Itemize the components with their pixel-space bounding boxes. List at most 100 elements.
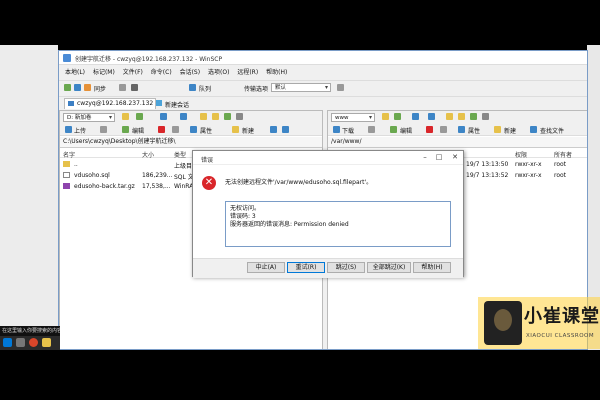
dialog-title: 错误 xyxy=(201,157,214,164)
session-tab[interactable]: cwzyq@192.168.237.132 xyxy=(64,98,156,109)
col-size[interactable]: 大小 xyxy=(142,150,154,159)
properties-icon[interactable] xyxy=(458,126,465,133)
menu-local[interactable]: 本地(L) xyxy=(65,67,85,79)
file-name: vdusoho.sql xyxy=(74,172,110,179)
edit-button[interactable]: 编辑 xyxy=(400,126,412,135)
error-dialog: 错误 – □ ✕ ✕ 无法创建远程文件'/var/www/edusoho.sql… xyxy=(192,150,464,278)
remote-folder-dropdown[interactable]: www xyxy=(331,113,375,122)
file-explorer-icon[interactable] xyxy=(42,338,51,347)
title-bar: 创建宇航迁移 - cwzyq@192.168.237.132 - WinSCP xyxy=(59,51,587,65)
refresh-panel-icon[interactable] xyxy=(482,113,489,120)
new-button[interactable]: 新建 xyxy=(242,126,254,135)
filter-icon[interactable] xyxy=(394,113,401,120)
windows-start-icon[interactable] xyxy=(3,338,12,347)
file-date: 19/7 13:13:52 xyxy=(466,172,509,179)
delete-icon[interactable] xyxy=(158,126,165,133)
upload-icon[interactable] xyxy=(65,126,72,133)
menu-mark[interactable]: 标记(M) xyxy=(93,67,115,79)
local-drive-dropdown[interactable]: D: 新加卷 xyxy=(63,113,115,122)
minimize-icon[interactable]: – xyxy=(419,153,431,161)
rename-icon[interactable] xyxy=(172,126,179,133)
skip-button[interactable]: 跳过(S) xyxy=(327,262,365,273)
select-icon[interactable] xyxy=(270,126,277,133)
queue-icon[interactable] xyxy=(189,84,196,91)
sync-button[interactable]: 同步 xyxy=(94,84,106,93)
file-name: .. xyxy=(74,161,78,168)
local-panel-toolbar: D: 新加卷 xyxy=(60,111,322,123)
edit-icon[interactable] xyxy=(122,126,129,133)
help-button[interactable]: 帮助(H) xyxy=(413,262,451,273)
col-name[interactable]: 名字 xyxy=(63,150,75,159)
parent-folder-icon[interactable] xyxy=(200,113,207,120)
remote-action-toolbar: 下载 编辑 属性 新建 查找文件 xyxy=(328,123,587,136)
retry-button[interactable]: 重试(R) xyxy=(287,262,325,273)
root-folder-icon[interactable] xyxy=(458,113,465,120)
menu-options[interactable]: 选项(O) xyxy=(208,67,229,79)
file-name: edusoho-back.tar.gz xyxy=(74,183,135,190)
menu-help[interactable]: 帮助(H) xyxy=(266,67,287,79)
find-files-icon[interactable] xyxy=(530,126,537,133)
download-options-icon[interactable] xyxy=(368,126,375,133)
new-button[interactable]: 新建 xyxy=(504,126,516,135)
folder-open-icon[interactable] xyxy=(122,113,129,120)
col-type[interactable]: 类型 xyxy=(174,150,186,159)
local-path[interactable]: C:\Users\cwzyq\Desktop\创建宇航迁移\ xyxy=(60,137,322,148)
new-icon[interactable] xyxy=(232,126,239,133)
upload-button[interactable]: 上传 xyxy=(74,126,86,135)
error-icon: ✕ xyxy=(202,176,216,190)
properties-icon[interactable] xyxy=(190,126,197,133)
menu-files[interactable]: 文件(F) xyxy=(123,67,143,79)
error-message: 无法创建远程文件'/var/www/edusoho.sql.filepart'。 xyxy=(225,179,373,186)
properties-button[interactable]: 属性 xyxy=(200,126,212,135)
forward-arrow-icon[interactable] xyxy=(428,113,435,120)
download-icon[interactable] xyxy=(333,126,340,133)
settings-icon[interactable] xyxy=(131,84,138,91)
session-tab-label: cwzyq@192.168.237.132 xyxy=(77,100,154,107)
file-icon xyxy=(63,172,70,178)
new-icon[interactable] xyxy=(494,126,501,133)
edit-button[interactable]: 编辑 xyxy=(132,126,144,135)
skip-all-button[interactable]: 全部跳过(K) xyxy=(367,262,411,273)
menu-bar: 本地(L) 标记(M) 文件(F) 命令(C) 会话(S) 选项(O) 远程(R… xyxy=(59,67,587,79)
col-rights[interactable]: 权限 xyxy=(515,150,527,159)
forward-arrow-icon[interactable] xyxy=(180,113,187,120)
folder-open-icon[interactable] xyxy=(382,113,389,120)
rename-icon[interactable] xyxy=(440,126,447,133)
refresh-icon[interactable] xyxy=(119,84,126,91)
upload-options-icon[interactable] xyxy=(100,126,107,133)
filter-icon[interactable] xyxy=(136,113,143,120)
queue-button[interactable]: 队列 xyxy=(199,84,211,93)
menu-remote[interactable]: 远程(R) xyxy=(237,67,258,79)
unselect-icon[interactable] xyxy=(282,126,289,133)
menu-session[interactable]: 会话(S) xyxy=(180,67,201,79)
new-session-button[interactable]: 新建会话 xyxy=(156,100,190,109)
back-arrow-icon[interactable] xyxy=(412,113,419,120)
compare-icon[interactable] xyxy=(74,84,81,91)
menu-commands[interactable]: 命令(C) xyxy=(151,67,172,79)
properties-button[interactable]: 属性 xyxy=(468,126,480,135)
task-view-icon[interactable] xyxy=(16,338,25,347)
transfer-options-icon[interactable] xyxy=(337,84,344,91)
abort-button[interactable]: 中止(A) xyxy=(247,262,285,273)
transfer-settings-dropdown[interactable]: 默认 xyxy=(271,83,331,92)
download-button[interactable]: 下载 xyxy=(342,126,354,135)
maximize-icon[interactable]: □ xyxy=(433,153,445,161)
parent-folder-icon[interactable] xyxy=(446,113,453,120)
chrome-icon[interactable] xyxy=(29,338,38,347)
find-files-button[interactable]: 查找文件 xyxy=(540,126,564,135)
close-icon[interactable]: ✕ xyxy=(449,153,461,161)
home-icon[interactable] xyxy=(470,113,477,120)
new-session-label: 新建会话 xyxy=(165,102,190,109)
home-icon[interactable] xyxy=(224,113,231,120)
refresh-panel-icon[interactable] xyxy=(236,113,243,120)
root-folder-icon[interactable] xyxy=(212,113,219,120)
remote-path[interactable]: /var/www/ xyxy=(328,137,587,148)
screen: 创建宇航迁移 - cwzyq@192.168.237.132 - WinSCP … xyxy=(0,0,600,400)
terminal-icon[interactable] xyxy=(84,84,91,91)
file-size: 17,538,... xyxy=(142,183,171,190)
edit-icon[interactable] xyxy=(390,126,397,133)
back-arrow-icon[interactable] xyxy=(160,113,167,120)
sync-icon[interactable] xyxy=(64,84,71,91)
delete-icon[interactable] xyxy=(426,126,433,133)
col-owner[interactable]: 所有者 xyxy=(554,150,572,159)
